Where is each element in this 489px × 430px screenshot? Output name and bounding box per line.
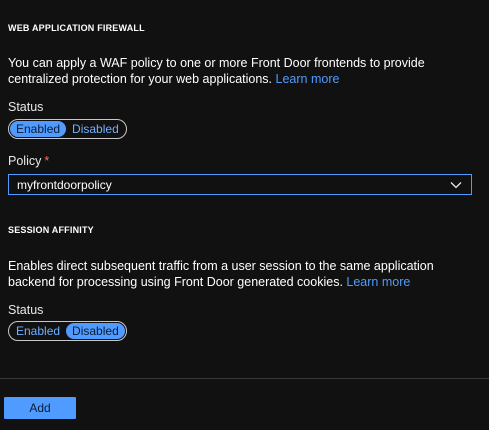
waf-status-label: Status (8, 100, 44, 114)
session-affinity-enabled-option[interactable]: Enabled (10, 323, 66, 339)
chevron-down-icon[interactable] (449, 178, 463, 192)
session-affinity-description: Enables direct subsequent traffic from a… (8, 258, 478, 290)
session-affinity-learn-more-link[interactable]: Learn more (346, 275, 410, 289)
waf-learn-more-link[interactable]: Learn more (276, 72, 340, 86)
waf-status-enabled-option[interactable]: Enabled (10, 121, 67, 137)
session-affinity-heading: SESSION AFFINITY (8, 225, 94, 235)
policy-label-text: Policy (8, 154, 42, 168)
session-affinity-disabled-option[interactable]: Disabled (66, 323, 125, 339)
waf-status-disabled-option[interactable]: Disabled (66, 121, 125, 137)
session-affinity-status-label: Status (8, 303, 44, 317)
policy-label: Policy * (8, 154, 49, 168)
front-door-settings-panel: WEB APPLICATION FIREWALL You can apply a… (0, 0, 489, 430)
waf-status-toggle: Enabled Disabled (8, 119, 127, 139)
footer-divider (0, 378, 489, 379)
waf-description-text: You can apply a WAF policy to one or mor… (8, 56, 425, 86)
required-marker: * (44, 154, 50, 168)
policy-select-value: myfrontdoorpolicy (17, 177, 112, 192)
session-affinity-status-toggle: Enabled Disabled (8, 321, 127, 341)
add-button[interactable]: Add (4, 397, 76, 419)
waf-description: You can apply a WAF policy to one or mor… (8, 55, 478, 87)
waf-section-heading: WEB APPLICATION FIREWALL (8, 23, 145, 33)
policy-select[interactable]: myfrontdoorpolicy (8, 174, 472, 195)
